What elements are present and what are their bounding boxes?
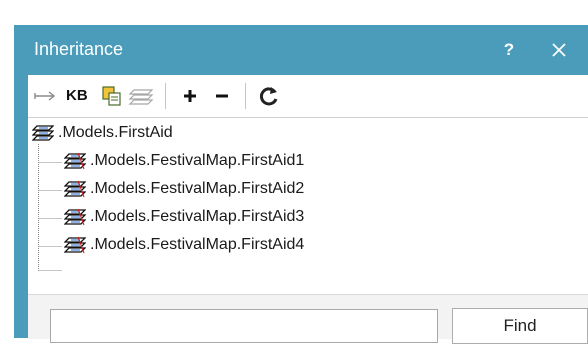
toolbar-separator bbox=[245, 83, 246, 109]
model-stack-icon bbox=[64, 180, 86, 198]
inheritance-dialog: Inheritance ? KB .Models.FirstAid .Model… bbox=[14, 25, 588, 344]
tree-item-label: .Models.FestivalMap.FirstAid4 bbox=[90, 236, 305, 253]
tree-item-label: .Models.FestivalMap.FirstAid1 bbox=[90, 152, 305, 169]
close-button[interactable] bbox=[542, 35, 576, 65]
find-button[interactable]: Find bbox=[452, 308, 588, 344]
add-icon bbox=[184, 90, 196, 102]
copy-button[interactable] bbox=[100, 84, 124, 108]
help-button[interactable]: ? bbox=[496, 37, 522, 63]
go-to-definition-icon bbox=[34, 91, 56, 101]
layers-icon bbox=[128, 89, 154, 105]
layers-button[interactable] bbox=[128, 84, 156, 108]
refresh-icon bbox=[260, 87, 278, 106]
close-icon bbox=[552, 43, 566, 57]
go-to-definition-button[interactable] bbox=[32, 84, 60, 108]
title-bar[interactable]: Inheritance ? bbox=[14, 25, 588, 75]
model-stack-icon bbox=[64, 208, 86, 226]
inheritance-tree: .Models.FirstAid .Models.FestivalMap.Fir… bbox=[28, 118, 588, 294]
tree-item-label: .Models.FestivalMap.FirstAid3 bbox=[90, 208, 305, 225]
add-button[interactable] bbox=[178, 84, 202, 108]
remove-icon bbox=[216, 94, 228, 98]
refresh-button[interactable] bbox=[256, 84, 282, 108]
model-stack-icon bbox=[64, 236, 86, 254]
toolbar: KB bbox=[28, 75, 588, 118]
tree-item-label: .Models.FestivalMap.FirstAid2 bbox=[90, 180, 305, 197]
model-stack-icon bbox=[64, 152, 86, 170]
copy-icon bbox=[102, 86, 121, 106]
toolbar-separator bbox=[165, 83, 166, 109]
remove-button[interactable] bbox=[210, 84, 234, 108]
model-stack-icon bbox=[32, 125, 54, 141]
dialog-title: Inheritance bbox=[34, 39, 124, 59]
tree-item-label: .Models.FirstAid bbox=[58, 124, 173, 141]
kb-button[interactable]: KB bbox=[66, 84, 94, 108]
search-bar: Find bbox=[28, 294, 588, 344]
